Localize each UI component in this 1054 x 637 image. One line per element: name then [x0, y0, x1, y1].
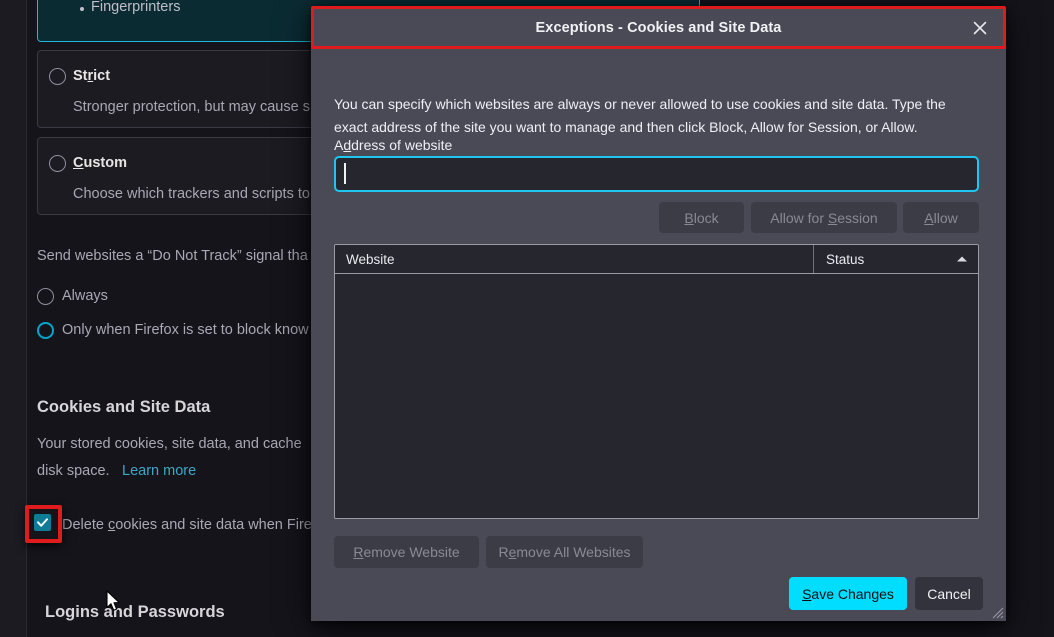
- exceptions-list-empty-body[interactable]: [335, 274, 978, 518]
- etp-card-custom-title: Custom: [73, 155, 127, 171]
- column-header-website-label: Website: [346, 251, 395, 267]
- radio-dnt-always-label: Always: [62, 288, 108, 304]
- remove-all-websites-button[interactable]: Remove All Websites: [486, 536, 643, 568]
- etp-card-strict-description: Stronger protection, but may cause s: [73, 99, 310, 115]
- close-icon[interactable]: [965, 15, 995, 41]
- etp-card-strict-title: Strict: [73, 68, 111, 84]
- cancel-button[interactable]: Cancel: [915, 577, 983, 610]
- do-not-track-description: Send websites a “Do Not Track” signal th…: [37, 248, 308, 264]
- address-field-label: Address of website: [334, 137, 453, 153]
- radio-dnt-only-when-blocking-label: Only when Firefox is set to block know: [62, 322, 309, 338]
- radio-dnt-always[interactable]: [37, 288, 54, 305]
- delete-cookies-checkbox[interactable]: [34, 514, 51, 531]
- logins-section-heading: Logins and Passwords: [45, 603, 225, 621]
- cookies-description-line-1: Your stored cookies, site data, and cach…: [37, 436, 302, 452]
- preferences-sidebar-rail: [0, 0, 27, 637]
- column-header-status-label: Status: [826, 251, 865, 267]
- etp-bullet-fingerprinters: Fingerprinters: [91, 0, 181, 15]
- cookies-section-heading: Cookies and Site Data: [37, 398, 211, 416]
- radio-custom[interactable]: [49, 155, 66, 172]
- dialog-title: Exceptions - Cookies and Site Data: [535, 19, 782, 36]
- exceptions-list: Website Status: [334, 244, 979, 519]
- delete-cookies-checkbox-label: Delete cookies and site data when Fire: [62, 517, 312, 533]
- text-caret: [344, 163, 346, 184]
- exceptions-dialog: Exceptions - Cookies and Site Data You c…: [311, 6, 1006, 621]
- save-changes-button[interactable]: Save Changes: [789, 577, 907, 610]
- resize-grip-icon[interactable]: [988, 603, 1004, 619]
- column-header-website[interactable]: Website: [335, 245, 814, 273]
- radio-strict[interactable]: [49, 68, 66, 85]
- remove-website-button[interactable]: Remove Website: [334, 536, 479, 568]
- learn-more-link[interactable]: Learn more: [122, 463, 196, 479]
- allow-button[interactable]: Allow: [903, 202, 979, 233]
- dialog-body: You can specify which websites are alway…: [311, 49, 1006, 621]
- mouse-cursor-icon: [106, 590, 122, 618]
- sort-ascending-icon: [957, 256, 967, 262]
- dialog-description: You can specify which websites are alway…: [334, 96, 946, 135]
- block-button[interactable]: Block: [659, 202, 744, 233]
- radio-dnt-only-when-blocking[interactable]: [37, 322, 54, 339]
- cancel-button-label: Cancel: [927, 585, 971, 602]
- dialog-title-bar: Exceptions - Cookies and Site Data: [311, 6, 1006, 49]
- cookies-description-line-2: disk space.: [37, 463, 110, 479]
- exceptions-list-header: Website Status: [335, 245, 978, 274]
- bullet-dot-icon: [80, 7, 84, 11]
- column-header-status[interactable]: Status: [815, 245, 978, 273]
- etp-card-custom-description: Choose which trackers and scripts to: [73, 186, 310, 202]
- address-input[interactable]: [334, 156, 979, 192]
- allow-for-session-button[interactable]: Allow for Session: [751, 202, 897, 233]
